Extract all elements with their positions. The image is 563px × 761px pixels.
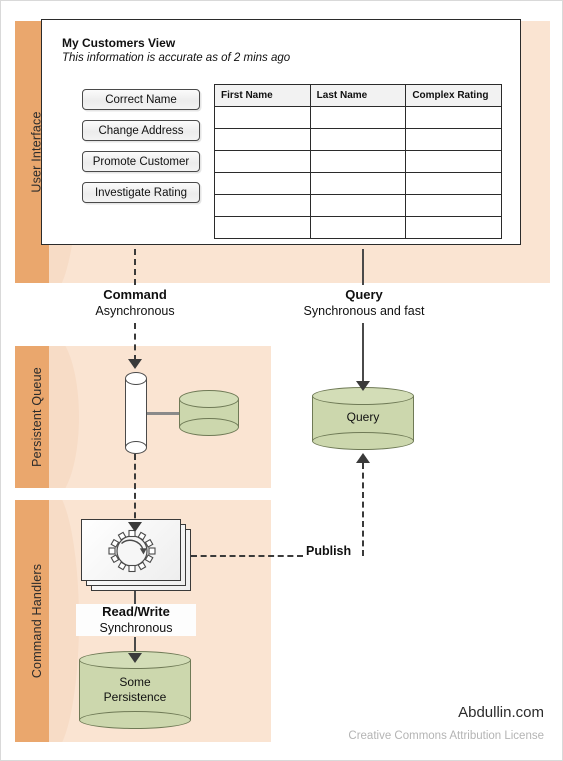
table-cell[interactable]	[214, 106, 311, 129]
table-cell[interactable]	[405, 194, 502, 217]
query-flow-label: Query Synchronous and fast	[281, 287, 447, 319]
customers-view-card: My Customers View This information is ac…	[41, 19, 521, 245]
table-row[interactable]	[214, 106, 502, 129]
query-store-cylinder: Query	[312, 387, 414, 450]
gear-icon	[108, 529, 156, 573]
persistence-label: Some Persistence	[79, 675, 191, 705]
brand-text: Abdullin.com	[458, 704, 544, 721]
lane-label-persistent-queue: Persistent Queue	[15, 346, 59, 488]
publish-flow-vertical	[362, 463, 364, 556]
correct-name-button[interactable]: Correct Name	[82, 89, 200, 110]
table-cell[interactable]	[309, 128, 407, 151]
diagram-canvas: User Interface My Customers View This in…	[0, 0, 563, 761]
query-store-bottom	[312, 432, 414, 450]
command-flow-line-upper	[134, 249, 136, 285]
command-flow-subtitle: Asynchronous	[95, 304, 175, 318]
table-cell[interactable]	[309, 194, 407, 217]
queue-tube-body	[125, 379, 147, 447]
readwrite-flow-arrowhead	[128, 653, 142, 663]
command-flow-label: Command Asynchronous	[56, 287, 214, 319]
table-row[interactable]	[214, 216, 502, 239]
lane-label-command-handlers-text: Command Handlers	[30, 563, 45, 679]
readwrite-flow-label: Read/Write Synchronous	[76, 604, 196, 636]
readwrite-flow-subtitle: Synchronous	[99, 621, 173, 635]
readwrite-flow-title: Read/Write	[102, 604, 170, 619]
customers-table: First Name Last Name Complex Rating	[214, 84, 502, 239]
table-cell[interactable]	[405, 128, 502, 151]
query-flow-subtitle: Synchronous and fast	[303, 304, 425, 318]
table-cell[interactable]	[214, 150, 311, 173]
table-cell[interactable]	[309, 150, 407, 173]
column-header-last-name: Last Name	[309, 84, 407, 107]
customers-view-title: My Customers View	[62, 36, 176, 50]
table-row[interactable]	[214, 194, 502, 217]
persistence-label-line2: Persistence	[103, 690, 167, 704]
queue-storage-cylinder	[179, 390, 239, 436]
table-cell[interactable]	[309, 216, 407, 239]
table-cell[interactable]	[214, 128, 311, 151]
queue-tube-top-cap	[125, 372, 147, 385]
table-row[interactable]	[214, 172, 502, 195]
table-row[interactable]	[214, 128, 502, 151]
query-flow-line-upper	[362, 249, 364, 285]
table-row[interactable]	[214, 150, 502, 173]
query-flow-arrowhead	[356, 381, 370, 391]
table-cell[interactable]	[405, 150, 502, 173]
table-cell[interactable]	[405, 106, 502, 129]
publish-flow-arrowhead	[356, 453, 370, 463]
queue-tube-shape	[125, 372, 147, 454]
lane-label-persistent-queue-text: Persistent Queue	[30, 367, 45, 467]
publish-flow-horizontal	[191, 555, 303, 557]
customers-table-body	[214, 106, 502, 239]
license-text: Creative Commons Attribution License	[348, 730, 544, 742]
publish-flow-label: Publish	[304, 544, 354, 558]
queue-storage-bottom	[179, 418, 239, 436]
investigate-rating-button[interactable]: Investigate Rating	[82, 182, 200, 203]
table-cell[interactable]	[214, 216, 311, 239]
query-flow-line-lower	[362, 323, 364, 385]
column-header-complex-rating: Complex Rating	[405, 84, 502, 107]
column-header-first-name: First Name	[214, 84, 311, 107]
query-store-label: Query	[346, 410, 380, 424]
persistence-label-line1: Some	[119, 675, 151, 689]
table-header-row: First Name Last Name Complex Rating	[214, 84, 502, 107]
queue-storage-top	[179, 390, 239, 408]
customers-view-subtitle: This information is accurate as of 2 min…	[62, 52, 291, 64]
table-cell[interactable]	[214, 194, 311, 217]
change-address-button[interactable]: Change Address	[82, 120, 200, 141]
queue-tube-bottom-cap	[125, 441, 147, 454]
lane-label-command-handlers: Command Handlers	[15, 500, 59, 742]
promote-customer-button[interactable]: Promote Customer	[82, 151, 200, 172]
table-cell[interactable]	[309, 106, 407, 129]
command-flow-title: Command	[103, 287, 167, 302]
table-cell[interactable]	[309, 172, 407, 195]
table-cell[interactable]	[405, 172, 502, 195]
command-flow-arrowhead	[128, 359, 142, 369]
persistence-bottom	[79, 711, 191, 729]
queue-store-connector	[147, 412, 181, 415]
queue-to-handler-line	[134, 454, 136, 528]
command-flow-line-lower	[134, 323, 136, 361]
query-flow-title: Query	[345, 287, 383, 302]
queue-to-handler-arrowhead	[128, 522, 142, 532]
table-cell[interactable]	[405, 216, 502, 239]
table-cell[interactable]	[214, 172, 311, 195]
